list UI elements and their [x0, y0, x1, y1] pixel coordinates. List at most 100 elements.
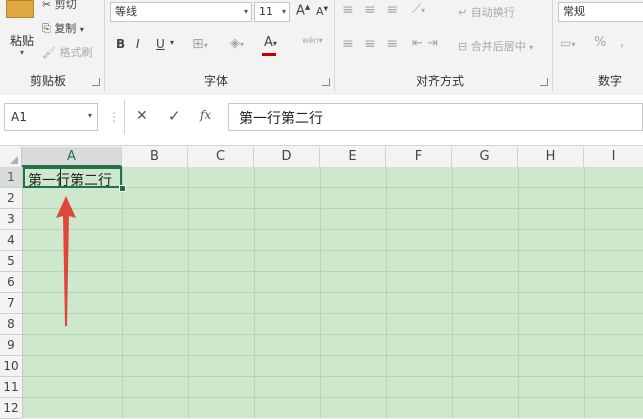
- cut-button[interactable]: ✂ 剪切: [42, 0, 77, 12]
- paste-icon[interactable]: [6, 0, 34, 18]
- sheet-grid[interactable]: [23, 167, 643, 418]
- insert-function-button[interactable]: fx: [200, 108, 211, 122]
- alignment-dialog-launcher[interactable]: [540, 78, 548, 86]
- scissors-icon: ✂: [42, 0, 52, 11]
- font-dialog-launcher[interactable]: [322, 78, 330, 86]
- gridline: [23, 397, 643, 398]
- name-box[interactable]: A1 ▾: [4, 103, 98, 131]
- formula-input[interactable]: 第一行第二行: [228, 103, 643, 131]
- copy-dropdown-icon: ▾: [79, 25, 84, 34]
- row-header-10[interactable]: 10: [0, 356, 22, 377]
- row-header-3[interactable]: 3: [0, 209, 22, 230]
- enter-button[interactable]: ✓: [168, 107, 181, 125]
- row-header-2[interactable]: 2: [0, 188, 22, 209]
- number-group-label: 数字: [598, 74, 623, 88]
- alignment-group-label: 对齐方式: [416, 74, 465, 88]
- chevron-down-icon: ▾: [87, 111, 92, 120]
- chevron-down-icon: ▾: [243, 7, 248, 16]
- percent-button[interactable]: %: [594, 35, 606, 50]
- fill-color-button[interactable]: ◈▾: [230, 36, 244, 51]
- orientation-button[interactable]: ⟋▾: [412, 2, 425, 17]
- column-header-d[interactable]: D: [254, 147, 320, 167]
- formula-content: 第一行第二行: [239, 111, 323, 127]
- fill-handle[interactable]: [119, 185, 126, 192]
- name-box-value: A1: [11, 110, 27, 124]
- paste-dropdown-icon[interactable]: ▾: [20, 48, 24, 57]
- column-header-g[interactable]: G: [452, 147, 518, 167]
- divider: [552, 0, 553, 92]
- indent-icon: ⇤ ⇥: [412, 36, 438, 51]
- merge-center-label: 合并后居中: [470, 40, 526, 53]
- font-name-combo[interactable]: 等线 ▾: [110, 2, 252, 22]
- orientation-icon: ⟋: [412, 2, 422, 17]
- divider: [124, 100, 125, 134]
- copy-icon: ⎘: [42, 22, 51, 35]
- brush-icon: 🖌: [42, 46, 56, 59]
- formula-bar-grip-icon[interactable]: ⋮: [108, 110, 120, 124]
- merge-icon: ⊟: [458, 40, 468, 53]
- align-lines-icon: ≡ ≡ ≡: [342, 2, 402, 18]
- copy-button[interactable]: ⎘ 复制 ▾: [42, 20, 84, 36]
- annotation-arrow: [56, 196, 76, 326]
- divider: [104, 0, 105, 92]
- font-group-label: 字体: [204, 74, 229, 88]
- column-header-i[interactable]: I: [584, 147, 643, 167]
- select-all-button[interactable]: [0, 147, 22, 167]
- column-header-f[interactable]: F: [386, 147, 452, 167]
- wrap-text-label: 自动换行: [470, 6, 515, 19]
- font-name-value: 等线: [115, 5, 137, 18]
- grow-font-icon: A: [296, 3, 305, 19]
- font-color-button[interactable]: A▾: [264, 35, 277, 50]
- wrap-text-button[interactable]: ↵ 自动换行: [458, 4, 515, 20]
- row-header-7[interactable]: 7: [0, 293, 22, 314]
- gridline: [23, 250, 643, 251]
- column-header-e[interactable]: E: [320, 147, 386, 167]
- cancel-button[interactable]: ✕: [136, 108, 148, 124]
- column-header-h[interactable]: H: [518, 147, 584, 167]
- row-header-1[interactable]: 1: [0, 167, 22, 188]
- row-header-9[interactable]: 9: [0, 335, 22, 356]
- active-cell-border: [23, 167, 122, 188]
- column-header-c[interactable]: C: [188, 147, 254, 167]
- row-header-6[interactable]: 6: [0, 272, 22, 293]
- border-button[interactable]: ⊞▾: [192, 36, 208, 52]
- format-painter-label: 格式刷: [59, 46, 93, 59]
- row-header-11[interactable]: 11: [0, 377, 22, 398]
- row-header-8[interactable]: 8: [0, 314, 22, 335]
- row-header-12[interactable]: 12: [0, 398, 22, 419]
- bold-button[interactable]: B: [116, 37, 125, 51]
- gridline: [23, 271, 643, 272]
- paste-button[interactable]: 粘贴: [10, 32, 34, 49]
- accounting-format-button[interactable]: ▭▾: [560, 36, 575, 50]
- font-size-value: 11: [259, 5, 273, 18]
- horizontal-align-buttons[interactable]: ≡ ≡ ≡: [342, 36, 401, 52]
- row-header-5[interactable]: 5: [0, 251, 22, 272]
- row-header-4[interactable]: 4: [0, 230, 22, 251]
- shrink-font-icon: A: [316, 5, 324, 18]
- comma-button[interactable]: ,: [620, 35, 624, 50]
- format-painter-button[interactable]: 🖌 格式刷: [42, 44, 92, 60]
- gridline: [23, 208, 643, 209]
- grow-font-button[interactable]: A▲: [296, 3, 310, 18]
- align-top-buttons[interactable]: ≡ ≡ ≡: [342, 2, 401, 18]
- gridline: [23, 376, 643, 377]
- font-size-combo[interactable]: 11 ▾: [254, 2, 290, 22]
- underline-button[interactable]: U: [156, 37, 165, 51]
- column-header-a[interactable]: A: [22, 147, 122, 167]
- select-all-icon: [10, 156, 18, 164]
- phonetic-button[interactable]: wén▾: [302, 36, 323, 45]
- merge-center-button[interactable]: ⊟ 合并后居中 ▾: [458, 38, 533, 54]
- underline-dropdown-icon[interactable]: ▾: [170, 38, 174, 47]
- wrap-text-icon: ↵: [458, 6, 468, 19]
- clipboard-dialog-launcher[interactable]: [92, 78, 100, 86]
- number-format-combo[interactable]: 常规: [558, 2, 643, 22]
- indent-buttons[interactable]: ⇤ ⇥: [412, 36, 438, 51]
- row-headers: 1 2 3 4 5 6 7 8 9 10 11 12: [0, 167, 23, 419]
- clipboard-group-label: 剪贴板: [30, 74, 67, 88]
- shrink-font-button[interactable]: A▼: [316, 5, 328, 18]
- gridline: [23, 313, 643, 314]
- column-header-b[interactable]: B: [122, 147, 188, 167]
- gridline: [23, 292, 643, 293]
- italic-button[interactable]: I: [136, 37, 140, 51]
- phonetic-icon: wén: [302, 36, 319, 45]
